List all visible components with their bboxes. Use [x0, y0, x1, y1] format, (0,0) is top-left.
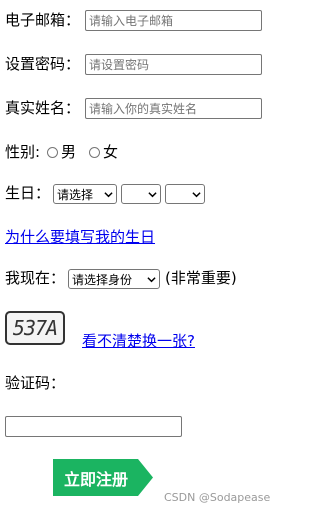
realname-input[interactable]: [85, 98, 262, 119]
birthday-year-value: 请选择: [57, 187, 94, 202]
birthday-month-select[interactable]: [121, 184, 161, 204]
birthday-label: 生日：: [5, 184, 51, 202]
captcha-refresh-link[interactable]: 看不清楚换一张?: [64, 331, 195, 351]
identity-note: (非常重要): [165, 269, 237, 287]
captcha-image[interactable]: 537A: [5, 311, 65, 345]
identity-label: 我现在：: [5, 269, 66, 287]
gender-option-male: 男: [61, 143, 77, 161]
gender-label: 性别:: [5, 143, 41, 161]
birthday-day-select[interactable]: [165, 184, 205, 204]
birthday-reason-link[interactable]: 为什么要填写我的生日: [5, 227, 155, 247]
gender-radio-male[interactable]: [47, 147, 58, 158]
password-input[interactable]: [85, 54, 262, 75]
chevron-down-icon: [148, 191, 157, 197]
chevron-down-icon: [192, 191, 201, 197]
gender-radio-female[interactable]: [89, 147, 100, 158]
chevron-down-icon: [147, 276, 156, 282]
register-button-label: 立即注册: [64, 469, 129, 489]
email-label: 电子邮箱：: [5, 11, 81, 29]
birthday-year-select[interactable]: 请选择: [53, 184, 117, 204]
email-input[interactable]: [85, 10, 262, 31]
password-label: 设置密码：: [5, 55, 81, 73]
identity-select-value: 请选择身份: [72, 272, 133, 287]
captcha-label: 验证码：: [5, 374, 66, 392]
gender-option-female: 女: [103, 143, 119, 161]
realname-label: 真实姓名：: [5, 99, 81, 117]
identity-select[interactable]: 请选择身份: [68, 269, 160, 289]
captcha-input[interactable]: [5, 416, 182, 437]
chevron-down-icon: [104, 191, 113, 197]
register-button[interactable]: 立即注册: [53, 459, 153, 496]
captcha-image-text: 537A: [12, 316, 58, 340]
watermark: CSDN @Sodapease: [164, 491, 271, 504]
